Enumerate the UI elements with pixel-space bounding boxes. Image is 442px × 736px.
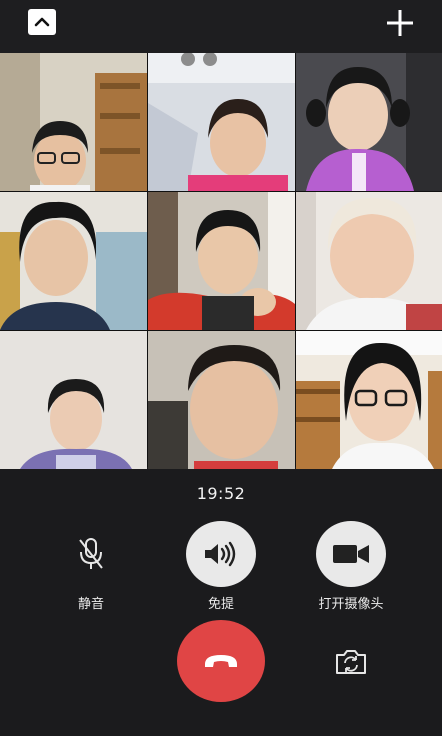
microphone-icon	[79, 538, 103, 569]
participant-video-9[interactable]	[296, 331, 442, 469]
speaker-button[interactable]: 免提	[161, 521, 281, 612]
participant-video-5[interactable]	[148, 192, 295, 330]
mute-button[interactable]: 静音	[31, 521, 151, 612]
mute-circle[interactable]	[56, 521, 126, 587]
open-camera-button[interactable]: 打开摄像头	[291, 521, 411, 612]
participant-video-2[interactable]	[148, 53, 295, 191]
plus-icon	[387, 10, 413, 36]
participant-video-1[interactable]	[0, 53, 147, 191]
camera-switch-icon[interactable]	[334, 648, 368, 676]
camera-label: 打开摄像头	[318, 597, 384, 612]
speaker-label: 免提	[207, 597, 234, 612]
top-bar	[0, 0, 442, 53]
video-grid	[0, 53, 442, 469]
call-timer: 19:52	[196, 484, 246, 503]
participant-video-7[interactable]	[0, 331, 147, 469]
chevron-up-icon	[34, 17, 50, 27]
participant-video-3[interactable]	[296, 53, 442, 191]
collapse-button[interactable]	[28, 9, 56, 35]
participant-video-4[interactable]	[0, 192, 147, 330]
add-participant-button[interactable]	[385, 8, 415, 38]
speaker-icon	[205, 541, 236, 567]
video-camera-icon	[333, 545, 369, 563]
participant-video-8[interactable]	[148, 331, 295, 469]
participant-video-6[interactable]	[296, 192, 442, 330]
phone-hangup-icon	[205, 655, 237, 667]
speaker-circle[interactable]	[186, 521, 256, 587]
hangup-button[interactable]	[177, 620, 265, 702]
camera-circle[interactable]	[316, 521, 386, 587]
mute-label: 静音	[77, 597, 104, 612]
